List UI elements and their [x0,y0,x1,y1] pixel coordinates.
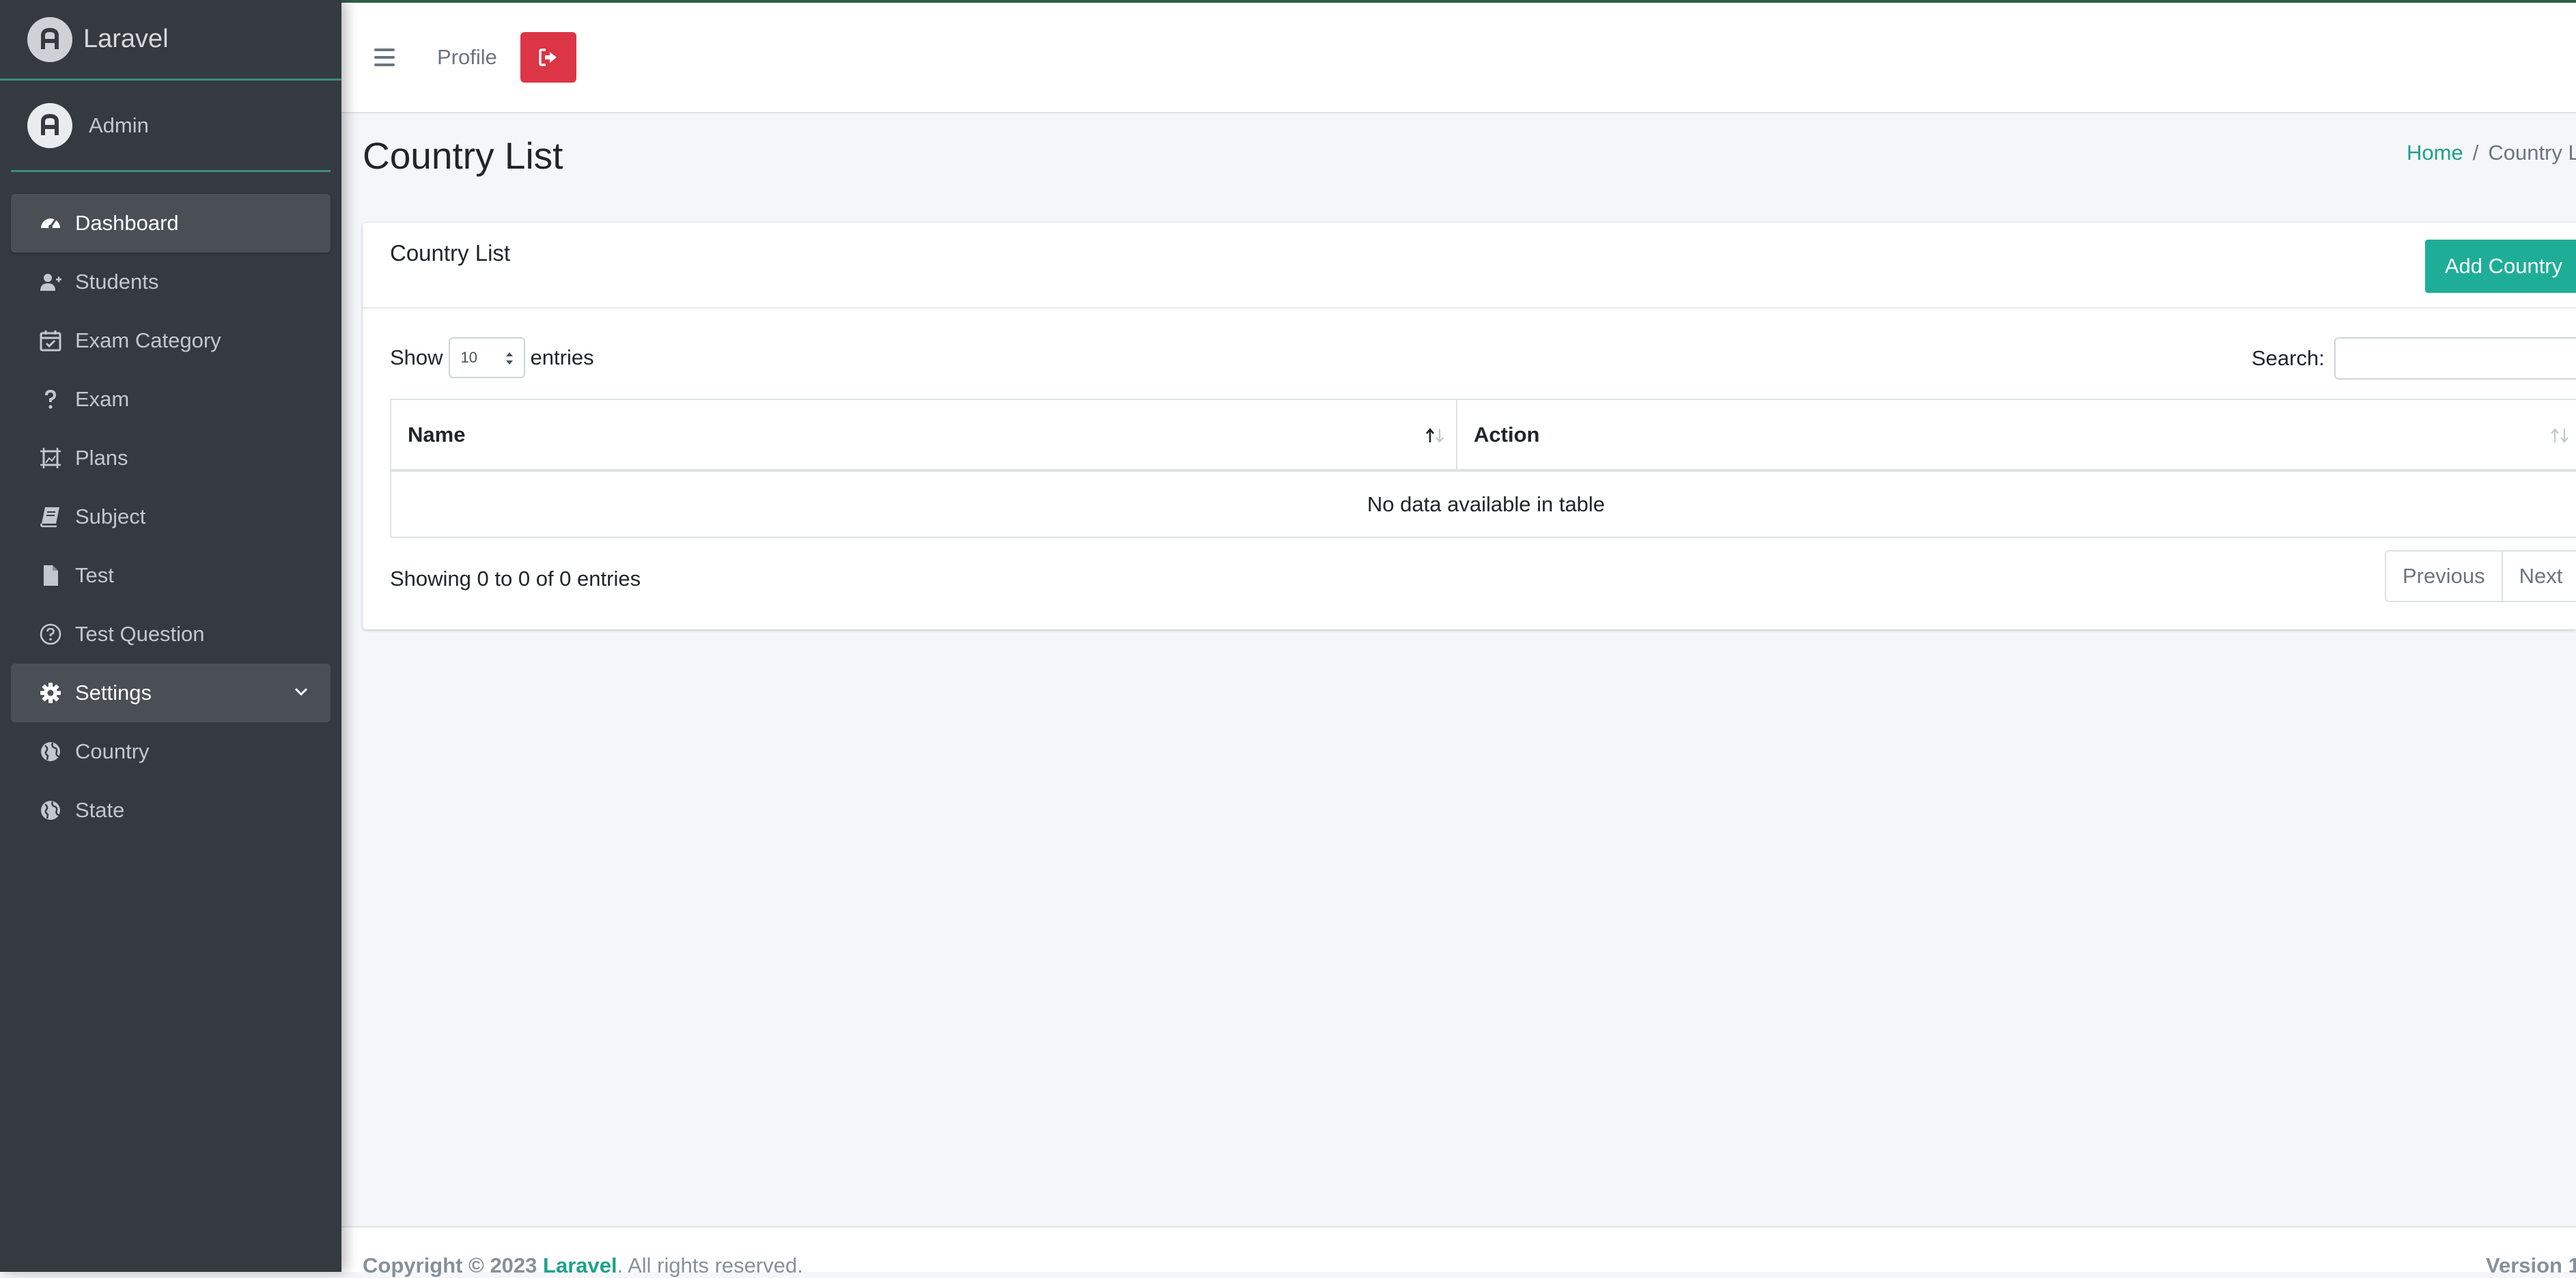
avatar [27,102,72,148]
search-label: Search: [2252,346,2325,370]
country-list-card: Country List Add Country Show 10 entries… [363,223,2576,629]
page-length-control: Show 10 entries [390,337,594,378]
search-input[interactable] [2334,337,2576,380]
table-row: No data available in table [390,470,2576,538]
sidebar-item-label: Test [75,563,114,587]
footer-version: Version 1 [2486,1253,2576,1278]
chevron-down-icon [294,687,308,696]
sidebar-item-label: State [75,798,125,822]
globe-icon [38,798,63,823]
brand-link[interactable]: Laravel [0,0,341,81]
sidebar-item-settings[interactable]: Settings [11,664,331,722]
sidebar-item-label: Plans [75,446,128,470]
column-header-label: Action [1474,422,1540,446]
copyright-text: Copyright © 2023 [363,1253,544,1277]
sidebar-item-exam-category[interactable]: Exam Category [11,311,331,370]
sidebar-item-label: Settings [75,681,152,705]
frame-icon [38,446,63,470]
empty-table-message: No data available in table [390,470,2576,538]
dashboard-icon [38,211,63,236]
gear-icon [38,681,63,705]
sidebar-item-test[interactable]: Test [11,546,331,605]
breadcrumb-current: Country L [2488,141,2576,165]
footer-copyright: Copyright © 2023 Laravel. All rights res… [363,1253,803,1278]
sidebar-item-test-question[interactable]: Test Question [11,605,331,664]
entries-label: entries [530,345,594,369]
previous-page-button[interactable]: Previous [2386,552,2502,601]
page-length-select[interactable]: 10 [448,337,525,378]
sidebar-item-label: Exam Category [75,328,221,352]
sidebar-item-dashboard[interactable]: Dashboard [11,194,331,253]
calendar-check-icon [38,328,63,353]
sidebar-item-label: Students [75,270,159,294]
column-header-label: Name [408,422,466,446]
brand-name: Laravel [83,25,169,53]
sidebar-item-label: Dashboard [75,211,179,235]
question-icon [38,387,63,412]
question-circle-icon [38,622,63,647]
pagination: Previous Next [2385,550,2576,602]
add-country-button[interactable]: Add Country [2425,240,2576,293]
card-title: Country List [390,240,511,266]
column-header-name[interactable]: Name [390,399,1457,472]
file-icon [38,563,63,588]
page-length-value: 10 [460,349,478,366]
sidebar-item-exam[interactable]: Exam [11,370,331,429]
show-label: Show [390,345,443,369]
sort-ascending-icon [1426,427,1444,443]
user-panel[interactable]: Admin [11,81,331,172]
sidebar-item-label: Test Question [75,622,205,646]
sidebar-item-label: Country [75,739,150,763]
select-arrows-icon [505,352,513,365]
profile-link[interactable]: Profile [437,45,497,70]
sort-both-icon [2551,428,2568,443]
column-header-action[interactable]: Action [1456,399,2576,472]
sidebar-item-country[interactable]: Country [11,722,331,781]
version-text: Version 1 [2486,1253,2576,1277]
hamburger-menu-icon[interactable] [374,48,395,66]
page-title: Country List [363,134,563,177]
breadcrumb-separator: / [2472,141,2479,165]
sidebar-item-plans[interactable]: Plans [11,429,331,487]
user-plus-icon [38,270,63,294]
country-table: Name Action No data available in table [390,399,2576,538]
sidebar-item-students[interactable]: Students [11,253,331,311]
brand-logo-icon [27,16,72,62]
table-header-row: Name Action [390,399,2576,472]
main-sidebar: Laravel Admin Dashboard Students Exam Ca… [0,0,341,1272]
rights-text: . All rights reserved. [617,1253,803,1277]
sidebar-nav: Dashboard Students Exam Category Exam Pl… [0,194,341,840]
sidebar-item-label: Subject [75,505,146,528]
next-page-button[interactable]: Next [2501,552,2576,601]
sign-out-icon [539,48,557,66]
breadcrumb: Home / Country L [2407,141,2576,165]
book-icon [38,505,63,529]
sidebar-item-subject[interactable]: Subject [11,487,331,546]
table-search: Search: [2252,337,2576,380]
footer-brand-link[interactable]: Laravel [543,1253,617,1277]
main-footer: Copyright © 2023 Laravel. All rights res… [341,1226,2576,1277]
user-name: Admin [89,113,149,137]
table-info: Showing 0 to 0 of 0 entries [390,567,641,591]
sidebar-item-state[interactable]: State [11,781,331,840]
logout-button[interactable] [520,32,576,83]
globe-icon [38,739,63,764]
top-navbar: Profile [341,0,2576,113]
sidebar-item-label: Exam [75,387,130,411]
card-header: Country List Add Country [363,223,2576,309]
breadcrumb-home-link[interactable]: Home [2407,141,2463,165]
